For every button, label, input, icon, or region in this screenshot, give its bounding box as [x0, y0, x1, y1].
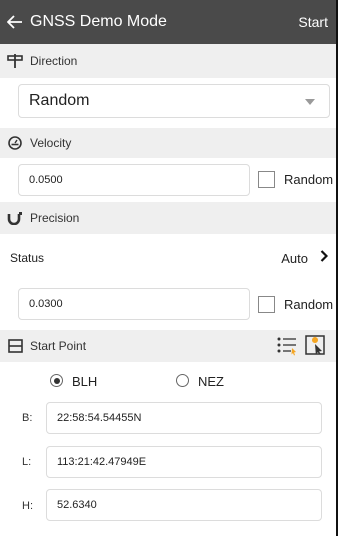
direction-select[interactable]: Random — [18, 84, 330, 118]
status-row[interactable]: Status Auto — [0, 240, 338, 276]
radio-selected-dot — [53, 377, 60, 384]
magnet-icon — [0, 211, 30, 225]
precision-random-label: Random — [284, 297, 334, 312]
h-field-label: H: — [22, 500, 33, 512]
top-bar: GNSS Demo Mode Start — [0, 0, 338, 44]
map-pick-icon[interactable] — [305, 335, 325, 358]
velocity-random-checkbox[interactable] — [258, 171, 275, 188]
start-point-section-header: Start Point — [0, 330, 338, 362]
blh-radio-label: BLH — [72, 374, 98, 389]
l-field-input[interactable]: 113:21:42.47949E — [46, 446, 322, 478]
velocity-input[interactable]: 0.0500 — [18, 164, 250, 196]
direction-section-header: Direction — [0, 44, 338, 78]
h-field-input[interactable]: 52.6340 — [46, 489, 322, 521]
list-box-icon — [0, 339, 30, 353]
precision-random-checkbox[interactable] — [258, 296, 275, 313]
h-field-value: 52.6340 — [57, 499, 97, 511]
status-label: Status — [10, 251, 45, 265]
direction-section-label: Direction — [30, 54, 78, 68]
precision-input-value: 0.0300 — [29, 298, 63, 310]
precision-section-header: Precision — [0, 202, 338, 234]
velocity-section-label: Velocity — [30, 136, 72, 150]
b-field-input[interactable]: 22:58:54.54455N — [46, 402, 322, 434]
velocity-random-label: Random — [284, 172, 334, 187]
page-title: GNSS Demo Mode — [30, 13, 167, 30]
start-point-section-label: Start Point — [30, 339, 87, 353]
speedometer-icon — [0, 135, 30, 151]
b-field-label: B: — [22, 412, 33, 424]
nez-radio[interactable] — [176, 374, 189, 387]
signpost-icon — [0, 53, 30, 69]
dropdown-arrow-icon — [305, 99, 315, 105]
chevron-right-icon — [320, 250, 329, 265]
back-arrow-icon[interactable] — [0, 0, 30, 44]
direction-select-value: Random — [29, 92, 90, 109]
velocity-input-value: 0.0500 — [29, 174, 63, 186]
start-button[interactable]: Start — [298, 14, 338, 30]
precision-section-label: Precision — [30, 211, 80, 225]
l-field-value: 113:21:42.47949E — [57, 456, 147, 468]
blh-radio[interactable] — [50, 374, 63, 387]
point-list-icon[interactable] — [276, 336, 298, 359]
l-field-label: L: — [22, 456, 32, 468]
status-value: Auto — [281, 250, 308, 266]
precision-input[interactable]: 0.0300 — [18, 288, 250, 320]
b-field-value: 22:58:54.54455N — [57, 412, 142, 424]
nez-radio-label: NEZ — [198, 374, 224, 389]
velocity-section-header: Velocity — [0, 128, 338, 158]
